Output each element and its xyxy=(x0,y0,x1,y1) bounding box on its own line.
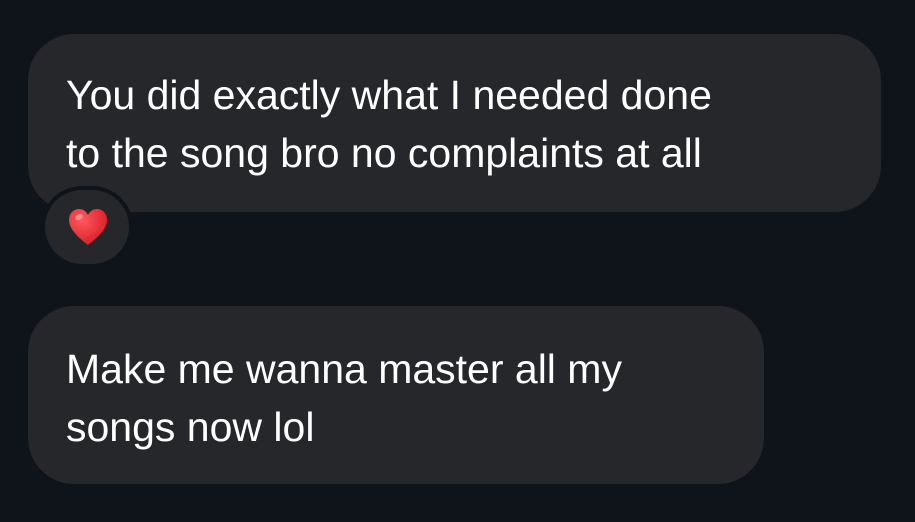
message-text-line: to the song bro no complaints at all xyxy=(66,130,702,176)
message-text-line: songs now lol xyxy=(66,404,315,450)
message-text-line: You did exactly what I needed done xyxy=(66,72,712,118)
message-bubble[interactable]: You did exactly what I needed done to th… xyxy=(28,34,881,212)
reaction-badge-background xyxy=(45,190,129,264)
reaction-badge[interactable] xyxy=(41,186,133,268)
message-text-line: Make me wanna master all my xyxy=(66,346,622,392)
chat-thread: You did exactly what I needed done to th… xyxy=(0,0,915,522)
message-bubble[interactable]: Make me wanna master all my songs now lo… xyxy=(28,306,764,484)
heart-icon xyxy=(69,209,107,245)
